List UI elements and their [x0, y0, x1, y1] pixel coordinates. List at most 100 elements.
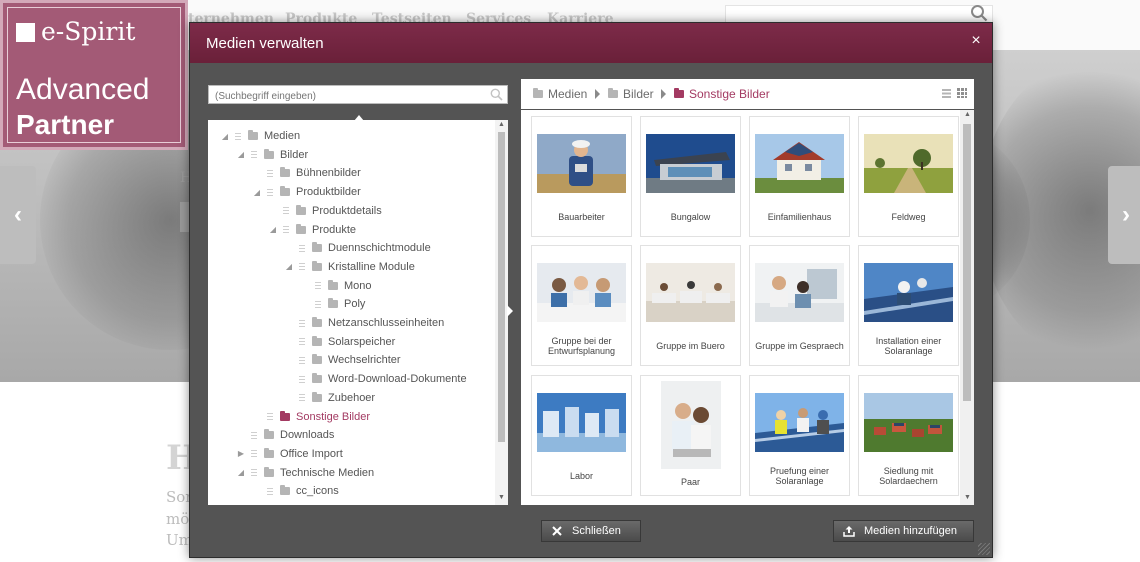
media-tile[interactable]: Gruppe im Gespraech [749, 245, 850, 366]
media-tile[interactable]: Gruppe bei der Entwurfsplanung [531, 245, 632, 366]
tree-node[interactable]: Downloads [236, 426, 334, 444]
tree-node-label: Bühnenbilder [296, 167, 361, 180]
drag-handle-icon[interactable] [248, 151, 262, 159]
tree-node[interactable]: Poly [300, 295, 365, 313]
drag-handle-icon[interactable] [232, 132, 246, 140]
tree-node[interactable]: Solarspeicher [284, 333, 395, 351]
tile-label: Gruppe bei der Entwurfsplanung [547, 336, 616, 356]
folder-icon [280, 485, 290, 496]
close-button[interactable]: Schließen [541, 520, 641, 542]
add-media-button[interactable]: Medien hinzufügen [833, 520, 974, 542]
drag-handle-icon[interactable] [312, 300, 326, 308]
drag-handle-icon[interactable] [248, 450, 262, 458]
tree-node[interactable]: ◢ Bilder [236, 146, 308, 164]
tree-node[interactable]: Zubehoer [284, 389, 375, 407]
slider-prev-button[interactable]: ‹ [0, 166, 36, 264]
breadcrumb-item-current[interactable]: Sonstige Bilder [674, 87, 770, 101]
media-grid: Bauarbeiter Bungalow Einfamilienhaus Feldwe… [521, 110, 974, 505]
media-tile[interactable]: Labor [531, 375, 632, 496]
expand-toggle-icon[interactable]: ▶ [236, 449, 246, 458]
tree-node[interactable]: Word-Download-Dokumente [284, 370, 467, 388]
house-photo [755, 134, 844, 193]
drag-handle-icon[interactable] [296, 394, 310, 402]
tree-node[interactable]: ◢ Produkte [268, 221, 356, 239]
tree-node-label: Solarspeicher [328, 335, 396, 348]
media-tile[interactable]: Bungalow [640, 116, 741, 237]
drag-handle-icon[interactable] [248, 431, 262, 439]
close-icon[interactable]: × [967, 32, 985, 50]
drag-handle-icon[interactable] [280, 226, 294, 233]
breadcrumb: Medien Bilder Sonstige Bilder [521, 79, 974, 109]
search-icon[interactable] [490, 88, 503, 101]
media-tile[interactable]: Gruppe im Buero [640, 245, 741, 366]
tile-label: Gruppe im Gespraech [755, 341, 844, 351]
drag-handle-icon[interactable] [280, 207, 294, 215]
drag-handle-icon[interactable] [296, 356, 310, 364]
drag-handle-icon[interactable] [248, 469, 262, 477]
scroll-down-icon[interactable]: ▼ [497, 494, 506, 501]
scroll-up-icon[interactable]: ▲ [497, 121, 506, 128]
media-tile[interactable]: Bauarbeiter [531, 116, 632, 237]
media-tile[interactable]: Pruefung einer Solaranlage [749, 375, 850, 496]
drag-handle-icon[interactable] [296, 263, 310, 271]
logo-line-advanced: Advanced [16, 73, 150, 106]
drag-handle-icon[interactable] [264, 413, 278, 420]
chevron-right-icon: › [1122, 201, 1130, 228]
expand-toggle-icon[interactable]: ◢ [236, 468, 246, 477]
folder-icon [264, 447, 274, 458]
drag-handle-icon[interactable] [296, 338, 310, 346]
media-tile[interactable]: Einfamilienhaus [749, 116, 850, 237]
tree-node[interactable]: Bühnenbilder [252, 164, 361, 182]
expand-toggle-icon[interactable]: ◢ [236, 150, 246, 159]
slider-next-button[interactable]: › [1108, 166, 1140, 264]
grid-view-icon[interactable] [957, 88, 967, 98]
tree-node[interactable]: Duennschichtmodule [284, 239, 431, 257]
breadcrumb-item[interactable]: Medien [533, 87, 587, 101]
drag-handle-icon[interactable] [312, 282, 326, 290]
tree-node[interactable]: Sonstige Bilder [252, 408, 370, 426]
tree-node[interactable]: Mono [300, 277, 372, 295]
tree-scroll-thumb[interactable] [498, 132, 505, 442]
expand-toggle-icon[interactable]: ◢ [284, 262, 294, 271]
drag-handle-icon[interactable] [264, 188, 278, 196]
dialog-header[interactable]: Medien verwalten × [190, 23, 992, 63]
chevron-right-icon [661, 89, 666, 99]
media-tile[interactable]: Feldweg [858, 116, 959, 237]
grid-scroll-thumb[interactable] [963, 124, 971, 401]
drag-handle-icon[interactable] [296, 319, 310, 327]
tree-node[interactable]: ◢ Technische Medien [236, 464, 374, 482]
folder-icon [312, 335, 322, 346]
media-tile[interactable]: Siedlung mit Solardaechern [858, 375, 959, 496]
tree-node[interactable]: Netzanschlusseinheiten [284, 314, 444, 332]
media-tile[interactable]: Paar [640, 375, 741, 496]
tree-node[interactable]: ◢ Medien [220, 127, 300, 145]
tree-node[interactable]: Produktdetails [268, 202, 382, 220]
add-media-button-label: Medien hinzufügen [864, 525, 957, 537]
tree-node-label: Kristalline Module [328, 260, 415, 273]
drag-handle-icon[interactable] [264, 487, 278, 495]
tree-node-label: Medien [264, 130, 301, 142]
breadcrumb-item[interactable]: Bilder [608, 87, 654, 101]
resize-handle[interactable] [978, 543, 990, 555]
scroll-up-icon[interactable]: ▲ [963, 111, 972, 118]
tree-node[interactable]: ◢ Kristalline Module [284, 258, 415, 276]
expand-toggle-icon[interactable]: ◢ [252, 188, 262, 197]
tree-node[interactable]: ▶ Office Import [236, 445, 343, 463]
tree-node[interactable]: Wechselrichter [284, 351, 401, 369]
tree-node[interactable]: cc_icons [252, 482, 339, 500]
drag-handle-icon[interactable] [296, 244, 310, 252]
tree-node[interactable]: ◢ Produktbilder [252, 183, 361, 201]
expand-toggle-icon[interactable]: ◢ [268, 225, 278, 234]
media-tile[interactable]: Installation einer Solaranlage [858, 245, 959, 366]
logo-brand: e-Spirit [41, 17, 136, 46]
search-icon[interactable] [970, 4, 988, 22]
splitter-handle-icon[interactable] [507, 305, 513, 317]
scroll-down-icon[interactable]: ▼ [963, 494, 972, 501]
list-view-icon[interactable] [942, 89, 951, 98]
expand-toggle-icon[interactable]: ◢ [220, 132, 230, 141]
search-input[interactable] [209, 88, 479, 105]
drag-handle-icon[interactable] [296, 375, 310, 383]
grid-scrollbar[interactable]: ▲ ▼ [960, 110, 974, 505]
drag-handle-icon[interactable] [264, 169, 278, 177]
upload-icon [843, 526, 855, 537]
